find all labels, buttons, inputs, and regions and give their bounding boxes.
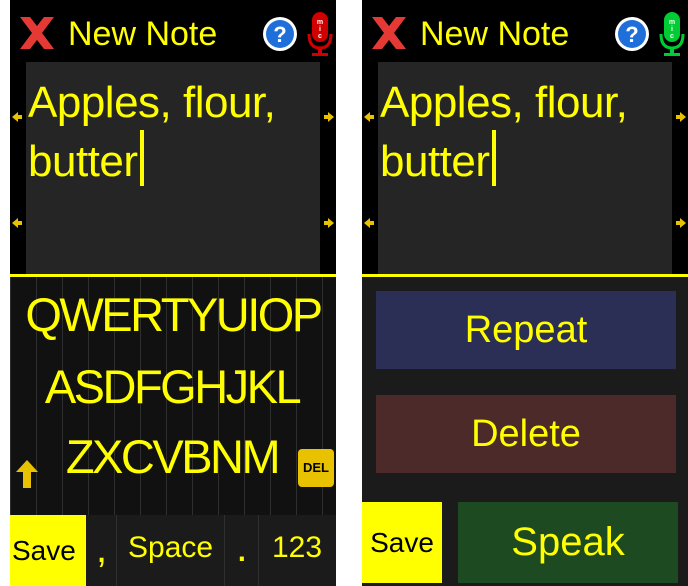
keyboard-row-1[interactable]: QWERTYUIOP (10, 287, 336, 343)
keyboard-row-2[interactable]: ASDFGHJKL (22, 359, 322, 415)
mic-icon[interactable]: m i c (658, 10, 686, 58)
svg-text:i: i (319, 26, 321, 33)
title-bar: New Note ? m i c (362, 0, 688, 62)
delete-button[interactable]: Delete (376, 395, 676, 473)
note-editor[interactable]: Apples, flour, butter (362, 62, 688, 274)
page-title: New Note (68, 15, 218, 53)
svg-text:m: m (669, 19, 675, 26)
key-separator (116, 515, 117, 586)
screen-keyboard-mode: New Note ? m i c Apples, flour, butter Q… (10, 0, 336, 586)
keyboard: QWERTYUIOP ASDFGHJKL ZXCVBNM DEL Save , … (10, 277, 336, 586)
delete-key[interactable]: DEL (298, 449, 334, 487)
note-left-edge (362, 62, 378, 274)
note-text-value: Apples, flour, butter (28, 78, 276, 186)
title-bar: New Note ? m i c (10, 0, 336, 62)
space-key[interactable]: Space (128, 531, 213, 565)
speak-button[interactable]: Speak (458, 502, 678, 583)
key-separator (224, 515, 225, 586)
arrow-left-icon[interactable] (364, 112, 374, 122)
note-text: Apples, flour, butter (28, 76, 320, 189)
save-button[interactable]: Save (362, 502, 442, 583)
svg-text:c: c (670, 33, 674, 40)
arrow-right-icon[interactable] (676, 218, 686, 228)
text-cursor (139, 130, 144, 186)
repeat-button[interactable]: Repeat (376, 291, 676, 369)
mic-icon[interactable]: m i c (306, 10, 334, 58)
numbers-key[interactable]: 123 (272, 531, 322, 565)
keyboard-row-3[interactable]: ZXCVBNM (56, 429, 288, 485)
note-right-edge (672, 62, 688, 274)
svg-text:i: i (671, 26, 673, 33)
save-button[interactable]: Save (10, 515, 86, 586)
svg-text:?: ? (625, 22, 638, 47)
arrow-left-icon[interactable] (12, 218, 22, 228)
svg-text:m: m (317, 19, 323, 26)
note-editor[interactable]: Apples, flour, butter (10, 62, 336, 274)
help-icon[interactable]: ? (614, 16, 650, 52)
note-text: Apples, flour, butter (380, 76, 672, 189)
arrow-left-icon[interactable] (364, 218, 374, 228)
keyboard-bottom-row: Save , Space . 123 (10, 515, 336, 586)
comma-key[interactable]: , (96, 527, 107, 572)
screen-action-mode: New Note ? m i c Apples, flour, butter R… (362, 0, 688, 586)
arrow-right-icon[interactable] (324, 112, 334, 122)
period-key[interactable]: . (236, 523, 248, 571)
help-icon[interactable]: ? (262, 16, 298, 52)
svg-text:?: ? (273, 22, 286, 47)
note-left-edge (10, 62, 26, 274)
close-icon[interactable] (14, 13, 60, 53)
page-title: New Note (420, 15, 570, 53)
arrow-left-icon[interactable] (12, 112, 22, 122)
arrow-right-icon[interactable] (676, 112, 686, 122)
action-panel: Repeat Delete Save Speak (362, 277, 688, 586)
close-icon[interactable] (366, 13, 412, 53)
arrow-right-icon[interactable] (324, 218, 334, 228)
key-separator (258, 515, 259, 586)
note-right-edge (320, 62, 336, 274)
note-text-value: Apples, flour, butter (380, 78, 628, 186)
svg-text:c: c (318, 33, 322, 40)
text-cursor (491, 130, 496, 186)
shift-icon[interactable] (16, 460, 38, 488)
